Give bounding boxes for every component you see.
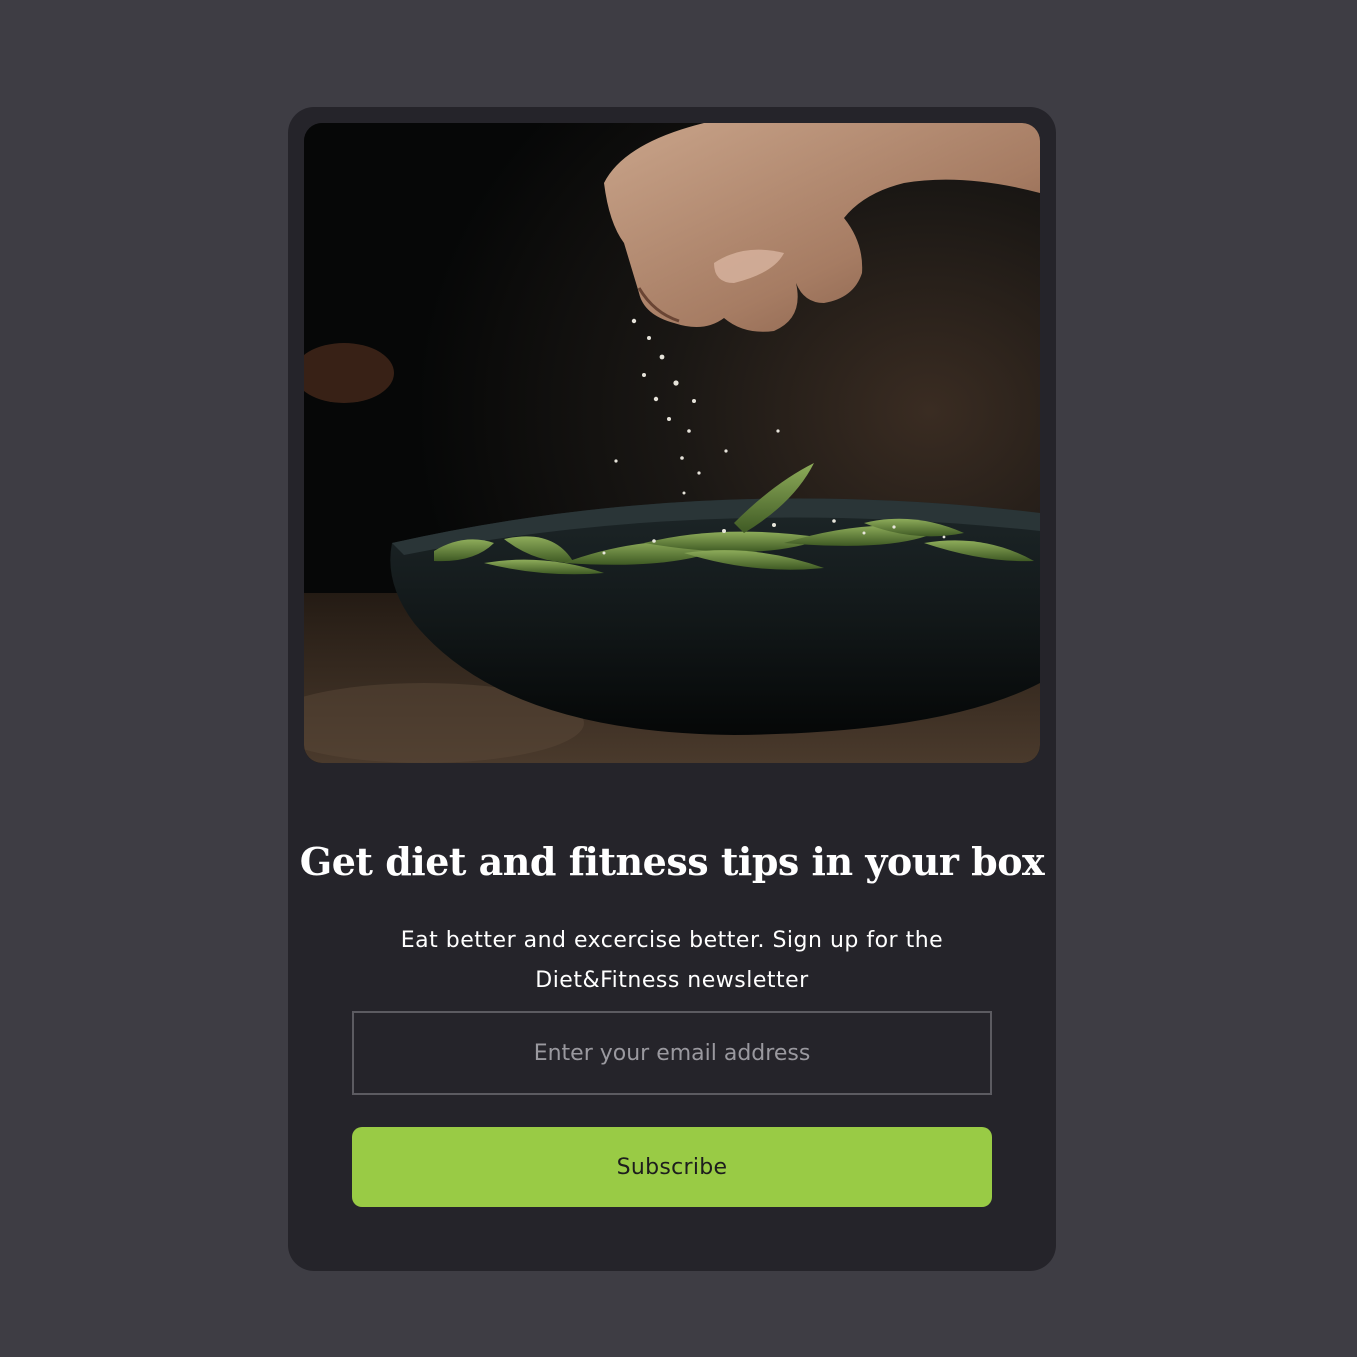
newsletter-description: Eat better and excercise better. Sign up…: [400, 928, 944, 993]
newsletter-card: Get diet and fitness tips in your box Ea…: [288, 107, 1056, 1271]
newsletter-title: Get diet and fitness tips in your box: [299, 839, 1045, 885]
email-input[interactable]: [352, 1011, 992, 1095]
subscribe-button[interactable]: Subscribe: [352, 1127, 992, 1207]
hero-photo: [304, 123, 1040, 763]
hero-image: [304, 123, 1040, 763]
